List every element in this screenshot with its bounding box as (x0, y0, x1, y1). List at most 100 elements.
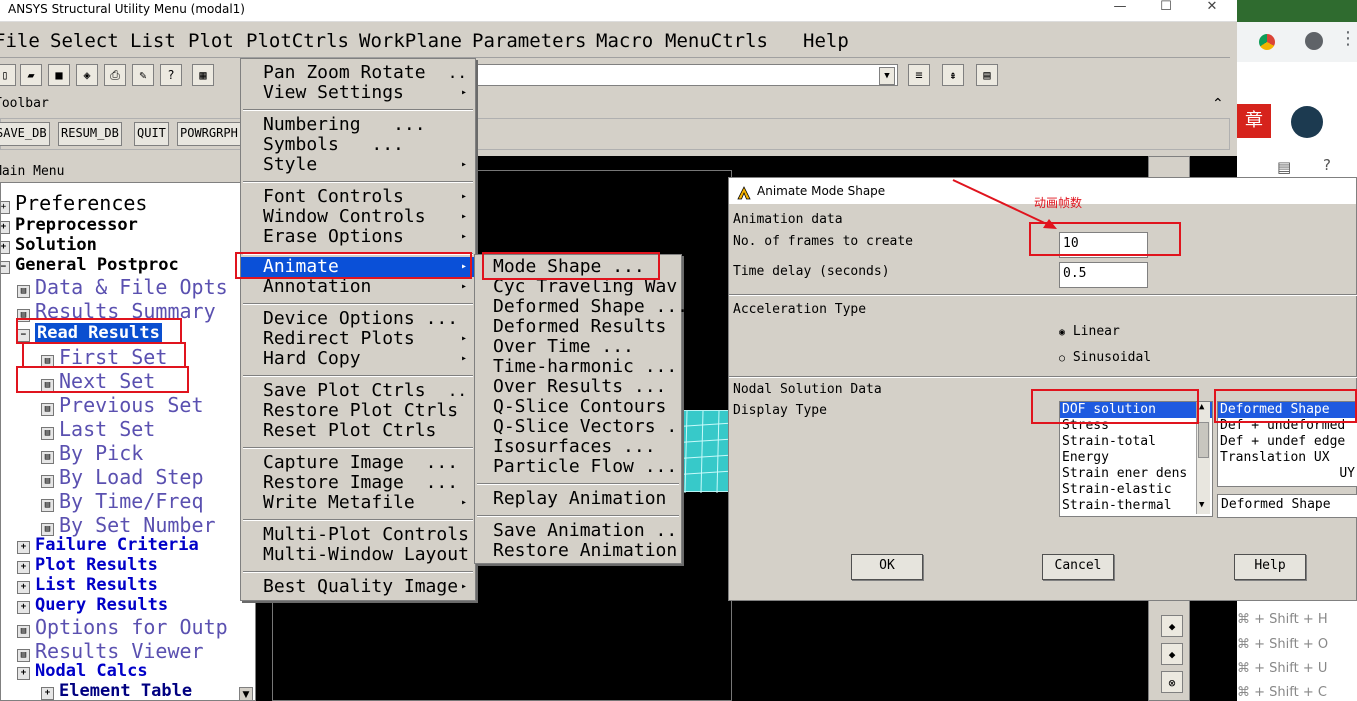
expand-icon[interactable]: + (17, 667, 30, 680)
menu-item-capture-image[interactable]: Capture Image ... (241, 453, 475, 473)
menu-item-best-quality-image[interactable]: Best Quality Image ▸ (241, 577, 475, 597)
powrgrph-button[interactable]: POWRGRPH (177, 122, 247, 146)
tree-item-data-file-opts[interactable]: ▤ Data & File Opts (17, 275, 228, 299)
expand-icon[interactable]: + (1, 241, 10, 254)
tree-item-list-results[interactable]: + List Results (17, 575, 158, 595)
collapse-toolbar-icon[interactable]: ⌃ (1212, 96, 1224, 112)
menu-item-replay-animation[interactable]: Replay Animation (475, 489, 681, 509)
tree-item-by-pick[interactable]: ▤ By Pick (41, 441, 143, 465)
menu-item-q-slice-vectors[interactable]: Q-Slice Vectors . (475, 417, 681, 437)
expand-icon[interactable]: + (41, 687, 54, 700)
minimize-button[interactable]: — (1100, 0, 1140, 22)
menu-item-hard-copy[interactable]: Hard Copy ▸ (241, 349, 475, 369)
list-item[interactable]: Energy (1060, 450, 1212, 466)
list-item[interactable]: Strain ener dens (1060, 466, 1212, 482)
radio-unselected-icon[interactable]: ○ (1059, 353, 1065, 364)
user-avatar[interactable] (1291, 106, 1323, 138)
tree-item-preferences[interactable]: + Preferences (1, 191, 147, 215)
help-button[interactable]: Help (1234, 554, 1306, 580)
menu-item-save-plot-ctrls[interactable]: Save Plot Ctrls.. (241, 381, 475, 401)
menu-item-redirect-plots[interactable]: Redirect Plots ▸ (241, 329, 475, 349)
menu-list[interactable]: List (130, 30, 176, 52)
menu-item-style[interactable]: Style ▸ (241, 155, 475, 175)
help-icon[interactable]: ? (1323, 156, 1331, 174)
help-query-icon[interactable]: ? (160, 64, 182, 86)
menu-item-restore-plot-ctrls[interactable]: Restore Plot Ctrls (241, 401, 475, 421)
keyboard-icon[interactable]: ▦ (192, 64, 214, 86)
close-button[interactable]: ✕ (1192, 0, 1232, 22)
menu-item-over-time[interactable]: Over Time ... (475, 337, 681, 357)
tree-item-query-results[interactable]: + Query Results (17, 595, 168, 615)
save-icon[interactable]: ■ (48, 64, 70, 86)
view-rotate-icon[interactable]: ⊗ (1161, 671, 1183, 693)
menu-item-time-harmonic[interactable]: Time-harmonic ... (475, 357, 681, 377)
menu-item-font-controls[interactable]: Font Controls ▸ (241, 187, 475, 207)
collapse-icon[interactable]: − (1, 261, 10, 274)
tree-item-by-load-step[interactable]: ▤ By Load Step (41, 465, 204, 489)
menu-item-device-options[interactable]: Device Options ... (241, 309, 475, 329)
resum-db-button[interactable]: RESUM_DB (58, 122, 122, 146)
contour-icon[interactable]: ≡ (908, 64, 930, 86)
menu-item-pan-zoom-rotate[interactable]: Pan Zoom Rotate.. (241, 63, 475, 83)
expand-icon[interactable]: + (17, 581, 30, 594)
sinusoidal-radio[interactable]: ○ Sinusoidal (1059, 350, 1151, 365)
save-db-button[interactable]: SAVE_DB (0, 122, 50, 146)
menu-item-window-controls[interactable]: Window Controls ▸ (241, 207, 475, 227)
menu-item-multi-plot-controls[interactable]: Multi-Plot Controls (241, 525, 475, 545)
raise-hidden-icon[interactable]: ⇞ (942, 64, 964, 86)
scroll-down-icon[interactable]: ▼ (239, 687, 253, 700)
more-menu-icon[interactable]: ⋮ (1339, 28, 1357, 49)
maximize-button[interactable]: ☐ (1146, 0, 1186, 22)
menu-item-view-settings[interactable]: View Settings ▸ (241, 83, 475, 103)
quit-button[interactable]: QUIT (134, 122, 169, 146)
delay-input[interactable]: 0.5 (1059, 262, 1148, 288)
tree-item-failure-criteria[interactable]: + Failure Criteria (17, 535, 199, 555)
report-icon[interactable]: ✎ (132, 64, 154, 86)
list-item[interactable]: Translation UX (1218, 450, 1357, 466)
tree-item-by-set-number[interactable]: ▤ By Set Number (41, 513, 216, 537)
view-front-icon[interactable]: ◆ (1161, 615, 1183, 637)
menu-item-deformed-shape[interactable]: Deformed Shape ... (475, 297, 688, 317)
tree-item-solution[interactable]: + Solution (1, 235, 97, 255)
menu-item-annotation[interactable]: Annotation ▸ (241, 277, 475, 297)
menu-help[interactable]: Help (803, 30, 849, 52)
menu-select[interactable]: Select (50, 30, 119, 52)
chevron-down-icon[interactable]: ▼ (1199, 500, 1204, 510)
menu-item-symbols[interactable]: Symbols ... (241, 135, 475, 155)
tree-item-by-time-freq[interactable]: ▤ By Time/Freq (41, 489, 204, 513)
menu-workplane[interactable]: WorkPlane (359, 30, 462, 52)
menu-item-write-metafile[interactable]: Write Metafile ▸ (241, 493, 475, 513)
menu-item-isosurfaces[interactable]: Isosurfaces ... (475, 437, 681, 457)
menu-item-cyc-traveling-wave[interactable]: Cyc Traveling Wav (475, 277, 681, 297)
tree-item-results-viewer[interactable]: ▤ Results Viewer (17, 639, 204, 663)
linear-radio[interactable]: ◉ Linear (1059, 324, 1120, 339)
menu-item-numbering[interactable]: Numbering ... (241, 115, 475, 135)
tree-item-nodal-calcs[interactable]: + Nodal Calcs (17, 661, 148, 681)
open-folder-icon[interactable]: ▰ (20, 64, 42, 86)
menu-file[interactable]: File (0, 30, 40, 52)
tree-item-previous-set[interactable]: ▤ Previous Set (41, 393, 204, 417)
list-item[interactable]: Strain-thermal (1060, 498, 1212, 514)
view-iso-icon[interactable]: ◆ (1161, 643, 1183, 665)
expand-icon[interactable]: + (1, 221, 10, 234)
print-icon[interactable]: ⎙ (104, 64, 126, 86)
chevron-up-icon[interactable]: ▲ (1199, 402, 1204, 412)
menu-item-particle-flow[interactable]: Particle Flow ... (475, 457, 681, 477)
tree-item-preprocessor[interactable]: + Preprocessor (1, 215, 138, 235)
red-badge[interactable]: 章 (1237, 104, 1271, 138)
reset-picking-icon[interactable]: ▤ (976, 64, 998, 86)
list-item[interactable]: Strain-total (1060, 434, 1212, 450)
list-item[interactable]: Strain-elastic (1060, 482, 1212, 498)
chrome-icon[interactable] (1259, 34, 1275, 50)
ok-button[interactable]: OK (851, 554, 923, 580)
menu-item-save-animation[interactable]: Save Animation .. (475, 521, 681, 541)
chevron-down-icon[interactable]: ▼ (879, 67, 895, 85)
menu-plot[interactable]: Plot (188, 30, 234, 52)
menu-parameters[interactable]: Parameters (472, 30, 586, 52)
expand-icon[interactable]: + (1, 201, 10, 214)
tree-item-options-for-outp[interactable]: ▤ Options for Outp (17, 615, 228, 639)
list-item[interactable]: Def + undef edge (1218, 434, 1357, 450)
profile-icon[interactable] (1305, 32, 1323, 50)
cube-icon[interactable]: ◈ (76, 64, 98, 86)
menu-plotctrls[interactable]: PlotCtrls (246, 30, 349, 52)
